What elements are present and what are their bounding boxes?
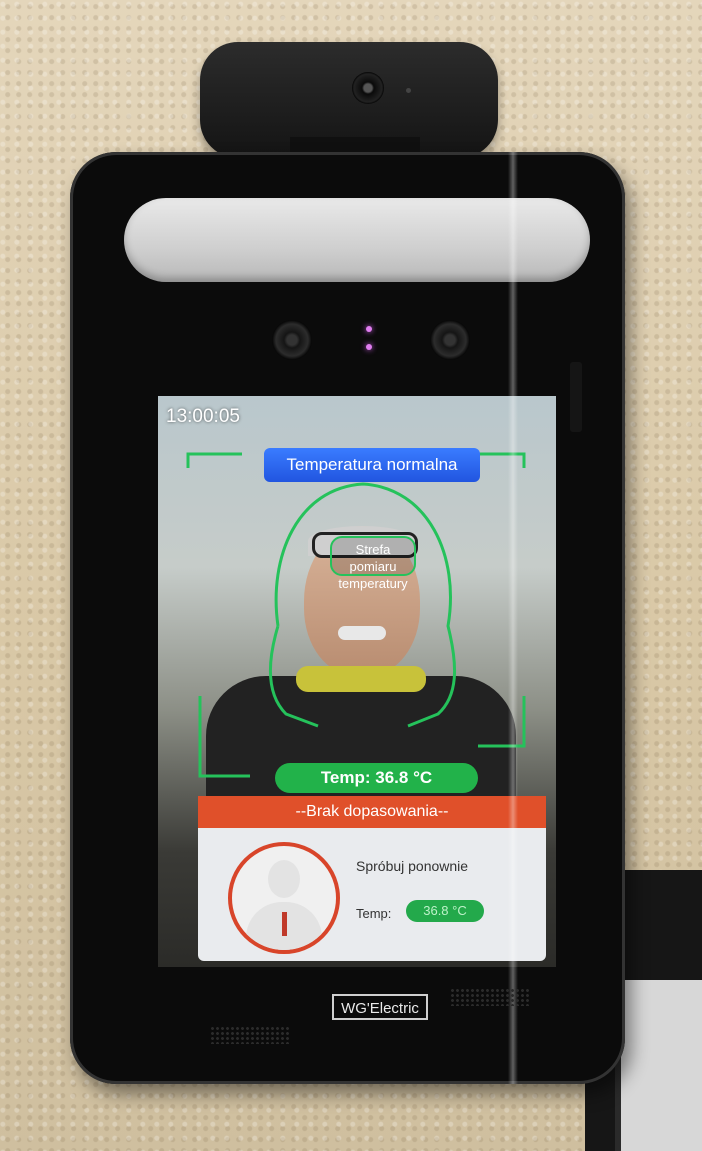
side-button[interactable] — [570, 362, 582, 432]
retry-message: Spróbuj ponownie — [356, 858, 469, 874]
measurement-zone-line1: Strefa pomiaru — [349, 542, 397, 574]
webcam — [200, 42, 498, 167]
clock: 13:00:05 — [166, 406, 240, 427]
temperature-terminal: 13:00:05 Temperatura normalna Strefa pom… — [70, 152, 625, 1084]
adjacent-device-panel — [615, 980, 702, 1151]
avatar-head — [268, 860, 300, 898]
temperature-reading: Temp: 36.8 °C — [275, 763, 478, 793]
face-outline-guide — [268, 482, 457, 728]
result-card: Spróbuj ponownie Temp: 36.8 °C — [198, 828, 546, 961]
light-bar — [124, 198, 590, 282]
status-banner: Temperatura normalna — [264, 448, 480, 482]
result-temp-label: Temp: — [356, 906, 392, 921]
frame-corner-bottom-left — [198, 696, 250, 778]
avatar-tie — [282, 912, 287, 936]
ir-sensor-right-icon — [430, 320, 470, 360]
speaker-grille-icon — [450, 988, 530, 1006]
measurement-zone-line2: temperatury — [338, 576, 408, 591]
camera-lens-icon — [352, 72, 384, 104]
frame-corner-top-left — [186, 452, 242, 468]
brand-logo: WG'Electric — [332, 994, 428, 1020]
speaker-grille-icon — [210, 1026, 290, 1044]
ir-sensor-left-icon — [272, 320, 312, 360]
glass-reflection — [508, 152, 518, 1084]
result-temp-value: 36.8 °C — [406, 900, 484, 922]
no-match-banner: --Brak dopasowania-- — [198, 796, 546, 828]
display-screen: 13:00:05 Temperatura normalna Strefa pom… — [158, 396, 556, 967]
status-led-icon — [366, 326, 372, 332]
measurement-zone-label: Strefa pomiaru temperatury — [330, 536, 416, 591]
status-led-icon — [366, 344, 372, 350]
camera-indicator-icon — [406, 88, 411, 93]
user-avatar-icon — [228, 842, 340, 954]
